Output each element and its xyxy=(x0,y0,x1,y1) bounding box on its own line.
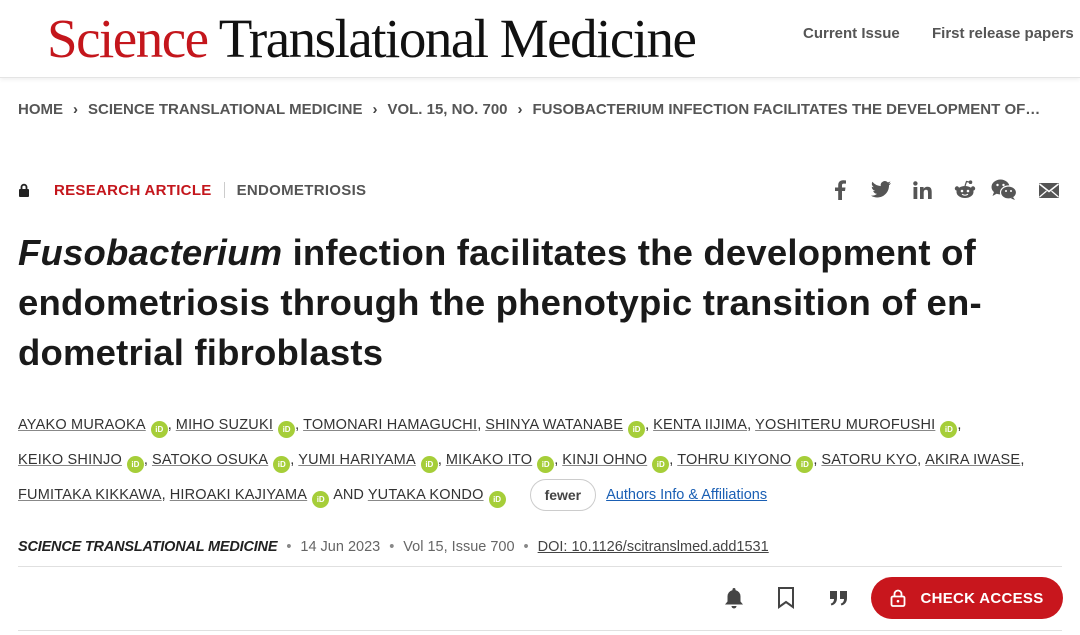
author-name[interactable]: MIKAKO ITO xyxy=(446,452,532,468)
author-name[interactable]: YUMI HARIYAMA xyxy=(298,452,416,468)
author-name[interactable]: TOMONARI HAMAGUCHI xyxy=(303,417,477,433)
author-name[interactable]: YUTAKA KONDO xyxy=(368,487,484,503)
bookmark-icon[interactable] xyxy=(777,587,795,609)
author-name[interactable]: YOSHITERU MUROFUSHI xyxy=(755,417,935,433)
orcid-icon[interactable]: iD xyxy=(150,421,168,438)
author-separator: , xyxy=(554,452,559,468)
logo-rest: Translational Medicine xyxy=(207,8,697,69)
divider-top xyxy=(18,566,1062,567)
quote-icon[interactable] xyxy=(829,590,849,606)
author-separator: , xyxy=(143,452,148,468)
author-name[interactable]: SATOKO OSUKA xyxy=(152,452,268,468)
linkedin-icon[interactable] xyxy=(913,181,932,199)
email-icon[interactable] xyxy=(1039,183,1059,198)
article-type: RESEARCH ARTICLE xyxy=(54,181,212,199)
breadcrumb-article: FUSOBACTERIUM INFECTION FACILITATES THE … xyxy=(532,101,1041,118)
facebook-icon[interactable] xyxy=(834,180,846,200)
orcid-icon[interactable]: iD xyxy=(312,491,330,508)
lock-icon xyxy=(19,183,29,197)
breadcrumb-home[interactable]: HOME xyxy=(18,101,63,118)
author-list: AYAKO MURAOKA iD, MIHO SUZUKI iD, TOMONARI H… xyxy=(18,408,1068,513)
title-italic: Fusobacterium xyxy=(18,232,283,273)
journal-name[interactable]: SCIENCE TRANSLATIONAL MEDICINE xyxy=(18,539,278,555)
author-separator: , xyxy=(645,417,650,433)
authors-line-3: FUMITAKA KIKKAWA, HIROAKI KAJIYAMA iD AND YU… xyxy=(18,478,1068,513)
bell-icon[interactable] xyxy=(724,586,744,610)
chevron-right-icon: › xyxy=(73,101,78,118)
author-separator: , xyxy=(917,452,922,468)
author-name[interactable]: HIROAKI KAJIYAMA xyxy=(170,487,308,503)
author-name[interactable]: SATORU KYO xyxy=(821,452,917,468)
author-name[interactable]: AKIRA IWASE xyxy=(925,452,1020,468)
orcid-icon[interactable]: iD xyxy=(488,491,506,508)
wechat-icon[interactable] xyxy=(991,179,1017,200)
chevron-right-icon: › xyxy=(517,101,523,118)
author-name[interactable]: TOHRU KIYONO xyxy=(677,452,791,468)
site-logo[interactable]: Science Translational Medicine xyxy=(47,6,697,72)
author-separator: , xyxy=(295,417,300,433)
orcid-icon[interactable]: iD xyxy=(273,456,291,473)
orcid-icon[interactable]: iD xyxy=(420,456,438,473)
author-name[interactable]: KINJI OHNO xyxy=(562,452,647,468)
article-meta: RESEARCH ARTICLE ENDOMETRIOSIS xyxy=(18,180,366,200)
and-connector: AND xyxy=(333,487,364,503)
divider xyxy=(223,182,225,198)
author-separator: , xyxy=(437,452,442,468)
orcid-icon[interactable]: iD xyxy=(652,456,670,473)
article-subject[interactable]: ENDOMETRIOSIS xyxy=(237,182,367,199)
author-separator: , xyxy=(669,452,674,468)
fewer-authors-button[interactable]: fewer xyxy=(529,479,597,512)
logo-science: Science xyxy=(47,8,209,69)
nav-first-release[interactable]: First release papers xyxy=(932,25,1074,43)
author-separator: , xyxy=(957,417,962,433)
reddit-icon[interactable] xyxy=(954,180,976,199)
check-access-button[interactable]: CHECK ACCESS xyxy=(871,577,1063,619)
publication-date: 14 Jun 2023 xyxy=(300,539,381,555)
author-name[interactable]: KENTA IIJIMA xyxy=(653,417,747,433)
bullet-separator: • xyxy=(523,539,529,555)
site-header: Science Translational Medicine Current I… xyxy=(0,0,1080,78)
orcid-icon[interactable]: iD xyxy=(126,456,144,473)
nav-current-issue[interactable]: Current Issue xyxy=(803,25,900,43)
author-separator: , xyxy=(477,417,482,433)
orcid-icon[interactable]: iD xyxy=(940,421,958,438)
author-name[interactable]: KEIKO SHINJO xyxy=(18,452,122,468)
authors-line-1: AYAKO MURAOKA iD, MIHO SUZUKI iD, TOMONARI H… xyxy=(18,408,1068,443)
orcid-icon[interactable]: iD xyxy=(628,421,646,438)
twitter-icon[interactable] xyxy=(871,181,891,198)
divider-bottom xyxy=(18,630,1062,631)
breadcrumb-issue[interactable]: VOL. 15, NO. 700 xyxy=(387,101,507,118)
author-separator: , xyxy=(167,417,172,433)
chevron-right-icon: › xyxy=(372,101,378,118)
lock-icon xyxy=(891,589,906,607)
author-separator: , xyxy=(813,452,818,468)
volume-issue: Vol 15, Issue 700 xyxy=(403,539,515,555)
citation-line: SCIENCE TRANSLATIONAL MEDICINE • 14 Jun 20… xyxy=(18,537,769,557)
orcid-icon[interactable]: iD xyxy=(537,456,555,473)
authors-info-link[interactable]: Authors Info & Affiliations xyxy=(606,487,767,503)
bullet-separator: • xyxy=(389,539,395,555)
author-separator: , xyxy=(290,452,295,468)
author-name[interactable]: SHINYA WATANABE xyxy=(485,417,623,433)
breadcrumb-journal[interactable]: SCIENCE TRANSLATIONAL MEDICINE xyxy=(88,101,362,118)
authors-line-2: KEIKO SHINJO iD, SATOKO OSUKA iD, YUMI HARIY… xyxy=(18,443,1068,478)
author-name[interactable]: MIHO SUZUKI xyxy=(176,417,273,433)
author-separator: , xyxy=(161,487,166,503)
author-name[interactable]: AYAKO MURAOKA xyxy=(18,417,146,433)
author-separator: , xyxy=(1020,452,1025,468)
bullet-separator: • xyxy=(286,539,292,555)
orcid-icon[interactable]: iD xyxy=(278,421,296,438)
doi-link[interactable]: DOI: 10.1126/scitranslmed.add1531 xyxy=(538,539,769,555)
author-name[interactable]: FUMITAKA KIKKAWA xyxy=(18,487,162,503)
orcid-icon[interactable]: iD xyxy=(796,456,814,473)
check-access-label: CHECK ACCESS xyxy=(920,589,1044,607)
author-separator: , xyxy=(747,417,752,433)
breadcrumb: HOME › SCIENCE TRANSLATIONAL MEDICINE › VOL.… xyxy=(18,101,1068,119)
article-title: Fusobacterium infection facilitates the … xyxy=(18,228,1068,378)
